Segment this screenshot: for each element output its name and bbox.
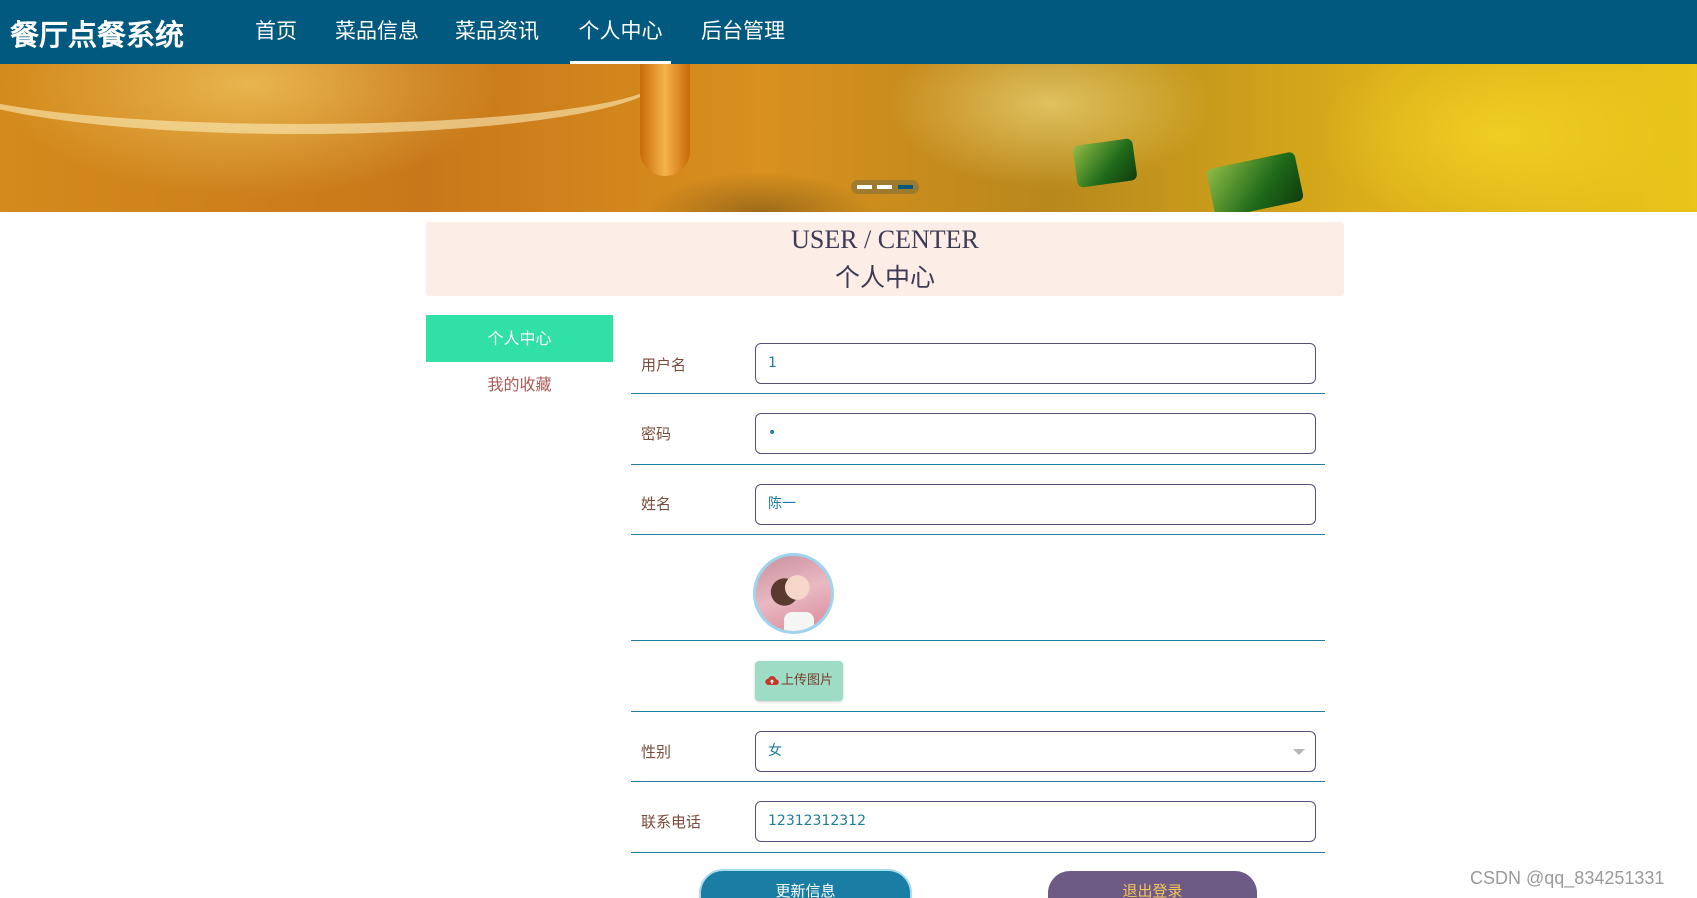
banner-herb [1072, 138, 1138, 188]
nav-dish-info[interactable]: 菜品信息 [334, 0, 420, 64]
avatar [753, 553, 834, 634]
carousel-dot-2[interactable] [877, 185, 892, 189]
form-row-name: 姓名 陈一 [631, 465, 1325, 535]
sidebar-item-user-center[interactable]: 个人中心 [426, 315, 613, 362]
site-brand[interactable]: 餐厅点餐系统 [10, 12, 184, 54]
section-header: USER / CENTER 个人中心 [426, 222, 1344, 296]
username-input[interactable]: 1 [755, 343, 1316, 384]
banner-carousel [0, 64, 1697, 212]
cloud-upload-icon [765, 676, 779, 686]
banner-pour [640, 64, 690, 176]
phone-input[interactable]: 12312312312 [755, 801, 1316, 842]
avatar-figure [784, 612, 814, 631]
gender-selected-value: 女 [768, 743, 782, 759]
sidebar-item-favorites[interactable]: 我的收藏 [426, 361, 613, 408]
carousel-dot-3[interactable] [898, 185, 913, 189]
watermark: CSDN @qq_834251331 [1470, 868, 1665, 888]
upload-image-label: 上传图片 [780, 673, 833, 688]
username-label: 用户名 [641, 356, 687, 374]
phone-label: 联系电话 [641, 813, 702, 831]
nav-admin[interactable]: 后台管理 [700, 0, 786, 64]
banner-herb [1205, 151, 1305, 212]
password-label: 密码 [641, 425, 672, 443]
top-nav-bar: 餐厅点餐系统 首页 菜品信息 菜品资讯 个人中心 后台管理 [0, 0, 1697, 64]
nav-home[interactable]: 首页 [252, 0, 300, 64]
chevron-down-icon [1293, 749, 1305, 755]
nav-user-center[interactable]: 个人中心 [570, 0, 671, 64]
gender-select[interactable]: 女 [755, 731, 1316, 772]
name-label: 姓名 [641, 495, 672, 513]
form-row-phone: 联系电话 12312312312 [631, 782, 1325, 853]
name-input[interactable]: 陈一 [755, 484, 1316, 525]
form-row-gender: 性别 女 [631, 712, 1325, 782]
form-row-username: 用户名 1 [631, 333, 1325, 394]
update-info-button[interactable]: 更新信息 [701, 871, 910, 898]
carousel-indicator [851, 180, 919, 194]
form-row-avatar [631, 535, 1325, 641]
section-title-en: USER / CENTER [791, 225, 979, 254]
form-row-upload [631, 641, 1325, 712]
nav-dish-news[interactable]: 菜品资讯 [454, 0, 540, 64]
banner-bowl-rim [0, 64, 660, 134]
upload-image-button[interactable]: 上传图片 [755, 661, 843, 701]
gender-label: 性别 [641, 743, 672, 761]
password-input[interactable]: • [755, 413, 1316, 454]
carousel-dot-1[interactable] [857, 185, 872, 189]
logout-button[interactable]: 退出登录 [1048, 871, 1257, 898]
form-row-password: 密码 • [631, 394, 1325, 465]
section-title-cn: 个人中心 [834, 263, 935, 292]
